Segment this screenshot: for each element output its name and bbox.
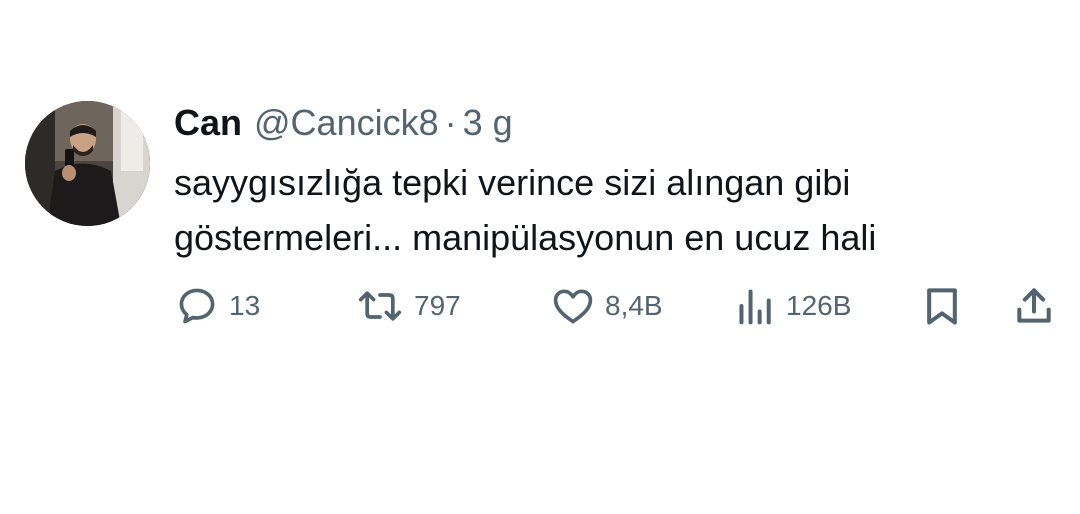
reply-bubble-icon (175, 284, 219, 328)
share-upload-icon (1012, 284, 1056, 328)
retweet-button[interactable]: 797 (356, 282, 461, 330)
tweet-card: Can @Cancick8 · 3 g sayygısızlığa tepki … (0, 0, 1080, 514)
retweet-icon (356, 284, 404, 328)
author-name[interactable]: Can (174, 98, 242, 148)
tweet-text: sayygısızlığa tepki verince sizi alıngan… (174, 155, 1054, 265)
bookmark-button[interactable] (920, 282, 964, 330)
like-button[interactable]: 8,4B (551, 282, 663, 330)
tweet-header: Can @Cancick8 · 3 g (174, 98, 513, 148)
share-button[interactable] (1012, 282, 1056, 330)
like-count: 8,4B (605, 290, 663, 321)
bookmark-icon (920, 284, 964, 328)
heart-icon (551, 284, 595, 328)
avatar-photo (25, 101, 150, 226)
reply-count: 13 (229, 290, 261, 321)
retweet-count: 797 (414, 290, 461, 321)
timestamp[interactable]: 3 g (463, 98, 513, 148)
views-count: 126B (786, 290, 852, 321)
action-bar: 13 797 8,4B 126B (0, 282, 1080, 330)
views-chart-icon (736, 284, 776, 328)
tweet-text-line: sayygısızlığa tepki verince sizi alıngan… (174, 162, 851, 203)
author-handle[interactable]: @Cancick8 (254, 98, 439, 148)
views-button[interactable]: 126B (736, 282, 851, 330)
separator-dot: · (444, 102, 457, 143)
reply-button[interactable]: 13 (175, 282, 260, 330)
tweet-text-line: göstermeleri... manipülasyonun en ucuz h… (174, 217, 877, 258)
avatar[interactable] (25, 101, 150, 226)
